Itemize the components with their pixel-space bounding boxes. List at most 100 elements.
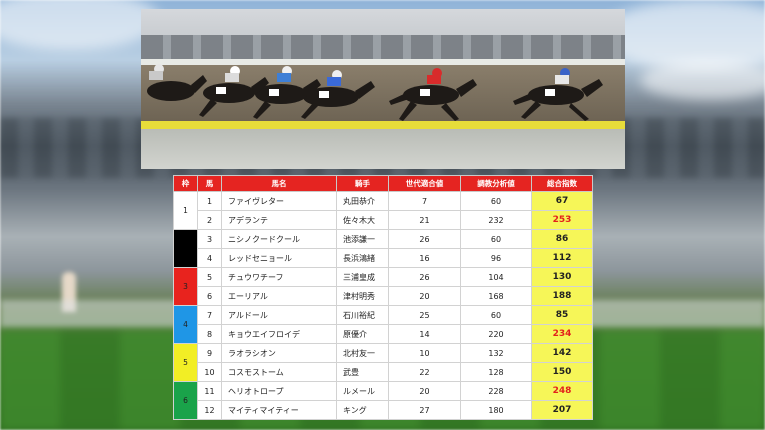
- generation-fit-cell: 20: [388, 381, 461, 401]
- table-row: 2 アデランテ 佐々木大 21 232 253: [174, 210, 593, 230]
- horse-number-cell: 12: [197, 400, 222, 420]
- training-analysis-cell: 228: [460, 381, 532, 401]
- table-row: 2 3 ニシノクードクール 池添謙一 26 60 86: [173, 229, 593, 268]
- horse-number-cell: 6: [197, 286, 222, 306]
- generation-fit-cell: 14: [388, 324, 461, 344]
- table-row: 5 9 ラオラシオン 北村友一 10 132 142: [173, 343, 593, 382]
- training-analysis-cell: 60: [460, 191, 532, 211]
- horse-number-cell: 11: [197, 381, 222, 401]
- horse-number-cell: 8: [197, 324, 222, 344]
- horse-number-cell: 7: [197, 305, 222, 325]
- table-row: 6 11 ヘリオトロープ ルメール 20 228 248: [173, 381, 593, 420]
- jockey-cell: 丸田恭介: [336, 191, 389, 211]
- header-total-index: 総合指数: [531, 175, 593, 192]
- horse-number-cell: 5: [197, 267, 222, 287]
- jockey-cell: 池添謙一: [336, 229, 389, 249]
- total-index-cell: 67: [531, 191, 593, 211]
- generation-fit-cell: 21: [388, 210, 461, 230]
- prediction-table: 枠 馬 馬名 騎手 世代適合値 調教分析値 総合指数 1 1 ファイヴレター 丸田恭介…: [173, 175, 593, 420]
- generation-fit-cell: 27: [388, 400, 461, 420]
- generation-fit-cell: 10: [388, 343, 461, 363]
- waku-cell: 5: [173, 343, 198, 382]
- generation-fit-cell: 16: [388, 248, 461, 268]
- training-analysis-cell: 104: [460, 267, 532, 287]
- header-jockey: 騎手: [336, 175, 389, 192]
- total-index-cell: 207: [531, 400, 593, 420]
- training-analysis-cell: 60: [460, 305, 532, 325]
- horse-name-cell: アデランテ: [221, 210, 337, 230]
- header-training-analysis: 調教分析値: [460, 175, 532, 192]
- race-photo: [141, 9, 625, 169]
- jockey-cell: 津村明秀: [336, 286, 389, 306]
- horse-name-cell: チュウワチーフ: [221, 267, 337, 287]
- header-horse-number: 馬: [197, 175, 222, 192]
- horse-name-cell: マイティマイティー: [221, 400, 337, 420]
- jockey-cell: 佐々木大: [336, 210, 389, 230]
- total-index-cell: 142: [531, 343, 593, 363]
- generation-fit-cell: 22: [388, 362, 461, 382]
- horse-name-cell: ファイヴレター: [221, 191, 337, 211]
- jockey-cell: 武豊: [336, 362, 389, 382]
- jockey-cell: 長浜鴻緒: [336, 248, 389, 268]
- generation-fit-cell: 25: [388, 305, 461, 325]
- header-generation-fit: 世代適合値: [388, 175, 461, 192]
- total-index-cell: 86: [531, 229, 593, 249]
- table-row: 4 レッドセニョール 長浜鴻緒 16 96 112: [174, 248, 593, 268]
- waku-cell: 6: [173, 381, 198, 420]
- horse-number-cell: 3: [197, 229, 222, 249]
- total-index-cell: 234: [531, 324, 593, 344]
- header-waku: 枠: [173, 175, 198, 192]
- horse-name-cell: キョウエイフロイデ: [221, 324, 337, 344]
- horse-name-cell: ラオラシオン: [221, 343, 337, 363]
- horse-number-cell: 10: [197, 362, 222, 382]
- training-analysis-cell: 180: [460, 400, 532, 420]
- table-row: 8 キョウエイフロイデ 原優介 14 220 234: [174, 324, 593, 344]
- waku-cell: 4: [173, 305, 198, 344]
- waku-cell: 2: [173, 229, 198, 268]
- total-index-cell: 253: [531, 210, 593, 230]
- total-index-cell: 130: [531, 267, 593, 287]
- training-analysis-cell: 232: [460, 210, 532, 230]
- header-horse-name: 馬名: [221, 175, 337, 192]
- jockey-cell: 三浦皇成: [336, 267, 389, 287]
- table-row: 4 7 アルドール 石川裕紀 25 60 85: [173, 305, 593, 344]
- table-row: 12 マイティマイティー キング 27 180 207: [174, 400, 593, 420]
- table-row: 3 5 チュウワチーフ 三浦皇成 26 104 130: [173, 267, 593, 306]
- horse-name-cell: アルドール: [221, 305, 337, 325]
- horse-number-cell: 9: [197, 343, 222, 363]
- horse-name-cell: コスモストーム: [221, 362, 337, 382]
- horse-name-cell: エーリアル: [221, 286, 337, 306]
- training-analysis-cell: 168: [460, 286, 532, 306]
- total-index-cell: 150: [531, 362, 593, 382]
- horse-number-cell: 2: [197, 210, 222, 230]
- total-index-cell: 188: [531, 286, 593, 306]
- jockey-cell: 原優介: [336, 324, 389, 344]
- generation-fit-cell: 26: [388, 229, 461, 249]
- horse-number-cell: 1: [197, 191, 222, 211]
- table-header-row: 枠 馬 馬名 騎手 世代適合値 調教分析値 総合指数: [173, 175, 593, 192]
- waku-cell: 3: [173, 267, 198, 306]
- table-row: 6 エーリアル 津村明秀 20 168 188: [174, 286, 593, 306]
- jockey-cell: 北村友一: [336, 343, 389, 363]
- training-analysis-cell: 132: [460, 343, 532, 363]
- total-index-cell: 112: [531, 248, 593, 268]
- total-index-cell: 85: [531, 305, 593, 325]
- training-analysis-cell: 220: [460, 324, 532, 344]
- training-analysis-cell: 96: [460, 248, 532, 268]
- jockey-cell: 石川裕紀: [336, 305, 389, 325]
- generation-fit-cell: 7: [388, 191, 461, 211]
- horse-name-cell: レッドセニョール: [221, 248, 337, 268]
- jockey-cell: キング: [336, 400, 389, 420]
- horse-name-cell: ニシノクードクール: [221, 229, 337, 249]
- generation-fit-cell: 26: [388, 267, 461, 287]
- horse-name-cell: ヘリオトロープ: [221, 381, 337, 401]
- table-row: 10 コスモストーム 武豊 22 128 150: [174, 362, 593, 382]
- waku-cell: 1: [173, 191, 198, 230]
- horses-running-image: [147, 64, 603, 121]
- training-analysis-cell: 60: [460, 229, 532, 249]
- table-row: 1 1 ファイヴレター 丸田恭介 7 60 67: [173, 191, 593, 230]
- jockey-cell: ルメール: [336, 381, 389, 401]
- generation-fit-cell: 20: [388, 286, 461, 306]
- horse-number-cell: 4: [197, 248, 222, 268]
- total-index-cell: 248: [531, 381, 593, 401]
